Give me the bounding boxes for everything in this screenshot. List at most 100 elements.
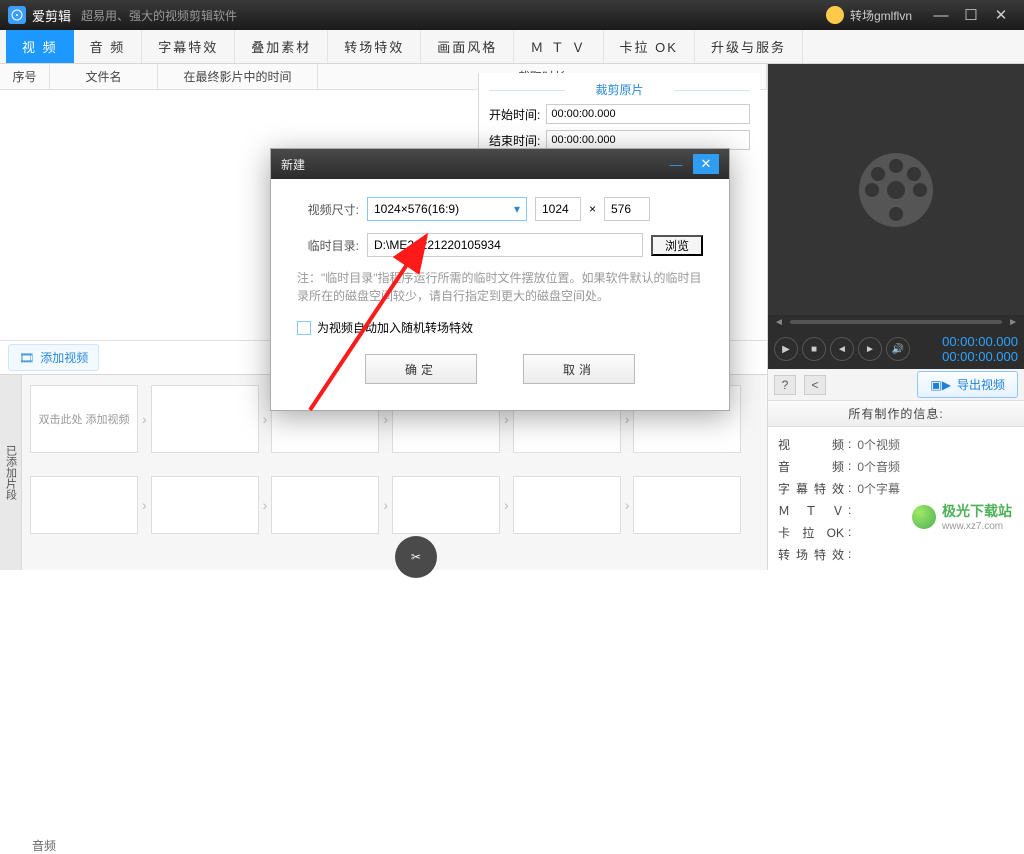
info-header: 所有制作的信息: bbox=[768, 401, 1024, 427]
temp-dir-label: 临时目录: bbox=[297, 237, 359, 254]
export-label: 导出视频 bbox=[957, 376, 1005, 393]
playback-controls: ▶ ■ ◄ ► 🔊 00:00:00.000 00:00:00.000 bbox=[768, 329, 1024, 369]
audio-clip-slot[interactable] bbox=[633, 476, 741, 534]
film-icon: 🎞 bbox=[19, 351, 34, 365]
audio-track: › › › › › bbox=[30, 473, 759, 537]
info-row: 字幕特效:0个字幕 bbox=[778, 477, 1014, 499]
export-video-button[interactable]: ▣▶ 导出视频 bbox=[917, 371, 1018, 398]
video-clip-slot[interactable] bbox=[151, 385, 259, 453]
app-logo-icon bbox=[8, 6, 26, 24]
dialog-title: 新建 bbox=[281, 156, 663, 173]
tab-0[interactable]: 视 频 bbox=[6, 30, 74, 63]
tab-7[interactable]: 卡拉 OK bbox=[604, 30, 695, 63]
col-no: 序号 bbox=[0, 64, 50, 89]
auto-transition-checkbox[interactable]: 为视频自动加入随机转场特效 bbox=[297, 319, 703, 336]
chevron-right-icon: › bbox=[504, 497, 509, 513]
checkbox-icon bbox=[297, 321, 311, 335]
start-time-label: 开始时间: bbox=[489, 106, 540, 123]
temp-dir-note: 注："临时目录"指程序运行所需的临时文件摆放位置。如果软件默认的临时目录所在的磁… bbox=[297, 269, 703, 305]
tab-6[interactable]: Ｍ Ｔ Ｖ bbox=[514, 30, 603, 63]
title-bar: 爱剪辑 超易用、强大的视频剪辑软件 转场gmlflvn — ☐ ✕ bbox=[0, 0, 1024, 30]
next-frame-button[interactable]: ► bbox=[858, 337, 882, 361]
times-label: × bbox=[589, 202, 596, 216]
width-input[interactable] bbox=[535, 197, 581, 221]
watermark-name: 极光下载站 bbox=[942, 501, 1012, 521]
col-time: 在最终影片中的时间 bbox=[158, 64, 318, 89]
dialog-minimize-button[interactable]: — bbox=[663, 154, 689, 174]
chevron-right-icon: › bbox=[142, 411, 147, 427]
seek-bar[interactable] bbox=[790, 320, 1002, 324]
close-button[interactable]: ✕ bbox=[986, 0, 1016, 30]
chevron-right-icon: › bbox=[625, 411, 630, 427]
seek-next-icon[interactable]: ► bbox=[1008, 317, 1018, 328]
export-icon: ▣▶ bbox=[930, 378, 951, 392]
tab-5[interactable]: 画面风格 bbox=[421, 30, 514, 63]
chevron-right-icon: › bbox=[263, 497, 268, 513]
checkbox-label: 为视频自动加入随机转场特效 bbox=[317, 319, 473, 336]
added-clips-tab[interactable]: 已添加片段 bbox=[0, 375, 22, 570]
add-video-label: 添加视频 bbox=[40, 349, 88, 366]
audio-clip-slot[interactable] bbox=[271, 476, 379, 534]
chevron-right-icon: › bbox=[142, 497, 147, 513]
video-size-select[interactable]: 1024×576(16:9) bbox=[367, 197, 527, 221]
maximize-button[interactable]: ☐ bbox=[956, 0, 986, 30]
app-subtitle: 超易用、强大的视频剪辑软件 bbox=[81, 7, 237, 24]
audio-clip-slot[interactable] bbox=[151, 476, 259, 534]
cut-title: 裁剪原片 bbox=[489, 81, 750, 98]
audio-clip-slot[interactable] bbox=[392, 476, 500, 534]
tab-1[interactable]: 音 频 bbox=[74, 30, 143, 63]
tab-3[interactable]: 叠加素材 bbox=[235, 30, 328, 63]
seek-bar-row: ◄ ► bbox=[768, 315, 1024, 329]
temp-dir-input[interactable] bbox=[367, 233, 643, 257]
prev-frame-button[interactable]: ◄ bbox=[830, 337, 854, 361]
help-button[interactable]: ? bbox=[774, 375, 796, 395]
preview-area[interactable] bbox=[768, 64, 1024, 315]
timecode-current: 00:00:00.000 bbox=[942, 334, 1018, 349]
avatar-icon[interactable] bbox=[826, 6, 844, 24]
info-row: 视 频:0个视频 bbox=[778, 433, 1014, 455]
info-row: 画面风格:0个画面风格 bbox=[778, 565, 1014, 570]
info-list: 视 频:0个视频音 频:0个音频字幕特效:0个字幕Ｍ Ｔ Ｖ:卡 拉 OK:转场… bbox=[768, 427, 1024, 570]
ok-button[interactable]: 确定 bbox=[365, 354, 477, 384]
share-button[interactable]: < bbox=[804, 375, 826, 395]
minimize-button[interactable]: — bbox=[926, 0, 956, 30]
col-filename: 文件名 bbox=[50, 64, 158, 89]
play-button[interactable]: ▶ bbox=[774, 337, 798, 361]
app-name: 爱剪辑 bbox=[32, 6, 71, 25]
new-project-dialog: 新建 — ✕ 视频尺寸: 1024×576(16:9) × 临时目录: 浏览 注… bbox=[270, 148, 730, 411]
chevron-right-icon: › bbox=[625, 497, 630, 513]
dialog-close-button[interactable]: ✕ bbox=[693, 154, 719, 174]
right-pane: ◄ ► ▶ ■ ◄ ► 🔊 00:00:00.000 00:00:00.000 … bbox=[768, 64, 1024, 570]
film-reel-icon bbox=[859, 153, 933, 227]
scissor-button[interactable]: ✂ bbox=[395, 536, 437, 578]
chevron-right-icon: › bbox=[383, 411, 388, 427]
audio-clip-slot[interactable] bbox=[30, 476, 138, 534]
start-time-input[interactable] bbox=[546, 104, 750, 124]
watermark-url: www.xz7.com bbox=[942, 521, 1012, 532]
watermark: 极光下载站 www.xz7.com bbox=[912, 501, 1012, 532]
add-video-button[interactable]: 🎞 添加视频 bbox=[8, 344, 99, 371]
tab-2[interactable]: 字幕特效 bbox=[142, 30, 235, 63]
watermark-icon bbox=[912, 505, 936, 529]
end-time-input[interactable] bbox=[546, 130, 750, 150]
stop-button[interactable]: ■ bbox=[802, 337, 826, 361]
seek-prev-icon[interactable]: ◄ bbox=[774, 317, 784, 328]
chevron-right-icon: › bbox=[263, 411, 268, 427]
info-row: 转场特效: bbox=[778, 543, 1014, 565]
chevron-right-icon: › bbox=[504, 411, 509, 427]
tab-8[interactable]: 升级与服务 bbox=[695, 30, 803, 63]
tab-4[interactable]: 转场特效 bbox=[328, 30, 421, 63]
cancel-button[interactable]: 取消 bbox=[523, 354, 635, 384]
timecode-total: 00:00:00.000 bbox=[942, 349, 1018, 364]
main-tabs: 视 频音 频字幕特效叠加素材转场特效画面风格Ｍ Ｔ Ｖ卡拉 OK升级与服务 bbox=[0, 30, 1024, 64]
audio-clip-slot[interactable] bbox=[513, 476, 621, 534]
video-clip-slot[interactable]: 双击此处 添加视频 bbox=[30, 385, 138, 453]
volume-button[interactable]: 🔊 bbox=[886, 337, 910, 361]
video-size-label: 视频尺寸: bbox=[297, 201, 359, 218]
chevron-right-icon: › bbox=[383, 497, 388, 513]
info-row: 音 频:0个音频 bbox=[778, 455, 1014, 477]
user-name[interactable]: 转场gmlflvn bbox=[850, 7, 912, 24]
end-time-label: 结束时间: bbox=[489, 132, 540, 149]
browse-button[interactable]: 浏览 bbox=[651, 235, 703, 256]
height-input[interactable] bbox=[604, 197, 650, 221]
